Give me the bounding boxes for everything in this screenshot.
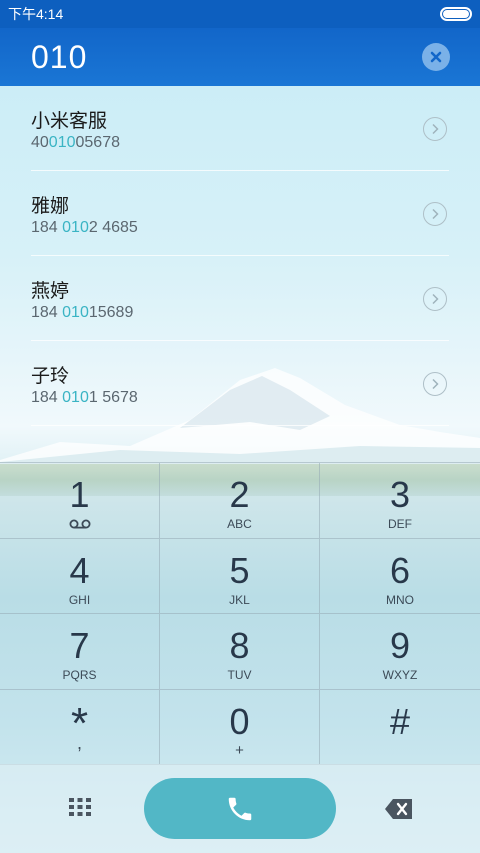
- contact-detail-button[interactable]: [423, 372, 447, 396]
- key-letters: TUV: [227, 668, 252, 682]
- key-letters: +: [235, 741, 244, 759]
- dialpad: 1 2 ABC 3 DEF 4 GHI 5 JKL 6 MNO 7 PQRS 8…: [0, 462, 480, 765]
- contact-name: 燕婷: [31, 281, 70, 302]
- close-icon: [430, 51, 442, 63]
- key-digit: 1: [69, 474, 90, 515]
- key-digit: 3: [389, 474, 411, 515]
- key-digit: 4: [69, 549, 90, 591]
- key-letters: GHI: [68, 592, 91, 607]
- contact-phone: 184 0101 5678: [31, 389, 138, 406]
- search-results-list: 小米客服 4001005678 雅娜 184 0102 4685 燕婷 184 …: [0, 86, 480, 426]
- key-5[interactable]: 5 JKL: [160, 538, 320, 614]
- key-digit: 6: [389, 549, 411, 591]
- contact-phone: 184 01015689: [31, 304, 134, 321]
- list-item[interactable]: 雅娜 184 0102 4685: [31, 171, 449, 256]
- key-digit: 2: [229, 474, 250, 515]
- dialer-action-bar: [0, 764, 480, 853]
- contact-name: 雅娜: [31, 196, 70, 217]
- contact-detail-button[interactable]: [423, 202, 447, 226]
- key-digit: 9: [389, 625, 411, 666]
- call-button[interactable]: [144, 778, 336, 839]
- key-digit: 5: [229, 549, 250, 591]
- clear-button[interactable]: [422, 43, 450, 71]
- key-star[interactable]: * ,: [0, 689, 160, 765]
- backspace-button[interactable]: [384, 798, 414, 825]
- contact-detail-button[interactable]: [423, 287, 447, 311]
- voicemail-icon: [0, 519, 159, 529]
- key-6[interactable]: 6 MNO: [320, 539, 480, 614]
- contact-phone: 184 0102 4685: [31, 219, 138, 236]
- key-letters: PQRS: [62, 668, 97, 682]
- dialer-header: 010: [0, 28, 480, 86]
- chevron-right-icon: [432, 293, 439, 305]
- key-4[interactable]: 4 GHI: [0, 538, 160, 614]
- list-item[interactable]: 燕婷 184 01015689: [31, 256, 449, 341]
- dialed-number: 010: [31, 38, 88, 75]
- key-9[interactable]: 9 WXYZ: [320, 614, 480, 690]
- dialpad-grid-icon: [69, 798, 91, 816]
- contact-detail-button[interactable]: [423, 117, 447, 141]
- status-time: 下午4:14: [8, 6, 64, 22]
- key-8[interactable]: 8 TUV: [160, 614, 320, 690]
- key-7[interactable]: 7 PQRS: [0, 614, 160, 690]
- dialpad-toggle-button[interactable]: [68, 797, 92, 824]
- key-3[interactable]: 3 DEF: [320, 463, 480, 539]
- battery-icon: [440, 7, 472, 21]
- key-letters: JKL: [229, 592, 250, 607]
- list-item[interactable]: 子玲 184 0101 5678: [31, 341, 449, 426]
- key-letters: WXYZ: [382, 668, 418, 682]
- backspace-icon: [385, 799, 412, 819]
- chevron-right-icon: [432, 378, 439, 390]
- contact-name: 小米客服: [31, 111, 108, 132]
- key-2[interactable]: 2 ABC: [160, 463, 320, 539]
- chevron-right-icon: [432, 208, 439, 220]
- key-1[interactable]: 1: [0, 463, 160, 539]
- key-letters: DEF: [388, 517, 412, 531]
- status-bar: 下午4:14: [0, 0, 480, 28]
- key-0[interactable]: 0 +: [160, 689, 320, 765]
- chevron-right-icon: [432, 123, 439, 135]
- list-item[interactable]: 小米客服 4001005678: [31, 86, 449, 171]
- key-digit: 8: [229, 625, 250, 666]
- key-letters: MNO: [386, 592, 414, 607]
- contact-name: 子玲: [31, 366, 70, 387]
- key-hash[interactable]: #: [320, 690, 480, 765]
- key-letters: ABC: [227, 517, 252, 531]
- phone-icon: [228, 797, 252, 820]
- key-digit: 0: [229, 700, 250, 742]
- key-digit: #: [389, 700, 411, 742]
- key-digit: 7: [69, 625, 90, 666]
- contact-phone: 4001005678: [31, 134, 120, 151]
- key-letters: ,: [76, 732, 82, 753]
